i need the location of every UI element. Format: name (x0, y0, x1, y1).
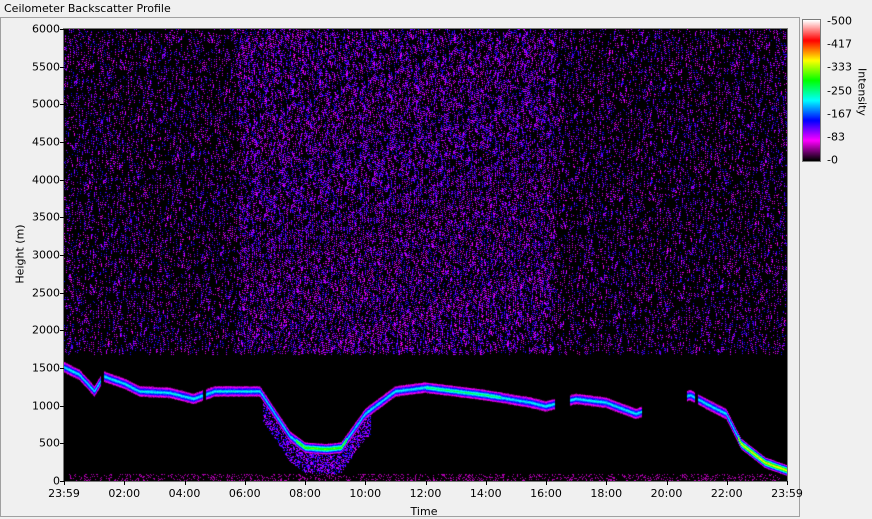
y-tick-label: 5000 (32, 97, 60, 111)
y-tick-label: 3000 (32, 248, 60, 262)
y-tick-mark (60, 179, 64, 181)
x-tick-mark (546, 481, 547, 485)
y-tick-mark (60, 405, 64, 407)
x-tick-label: 23:59 (771, 487, 803, 500)
y-tick-label: 3500 (32, 210, 60, 224)
y-tick-mark (60, 29, 64, 30)
x-tick-mark (425, 481, 427, 485)
plot-area[interactable] (63, 28, 788, 482)
x-axis-label: Time (410, 505, 438, 518)
x-tick-mark (726, 481, 728, 485)
y-tick-mark (60, 443, 64, 445)
x-tick-mark (485, 481, 487, 485)
x-tick-label: 04:00 (168, 487, 201, 500)
y-tick-mark (60, 368, 64, 369)
x-tick-label: 20:00 (650, 487, 683, 500)
y-axis-label: Height (m) (13, 224, 27, 284)
y-tick-mark (60, 142, 64, 143)
x-tick-mark (365, 481, 367, 485)
x-tick-mark (606, 481, 608, 485)
y-tick-label: 4000 (32, 173, 60, 187)
x-tick-mark (244, 481, 246, 485)
colorbar-tick-label: -333 (827, 60, 852, 74)
x-tick-mark (64, 481, 65, 485)
y-tick-mark (60, 292, 64, 294)
y-tick-mark (60, 217, 64, 219)
colorbar-label: Intensity (855, 68, 869, 116)
y-tick-label: 2000 (32, 323, 60, 337)
x-tick-label: 12:00 (409, 487, 442, 500)
x-tick-label: 08:00 (289, 487, 321, 500)
colorbar-tick-label: -417 (827, 37, 852, 51)
y-tick-label: 0 (53, 474, 60, 488)
y-tick-label: 5500 (32, 60, 60, 74)
x-tick-mark (184, 481, 186, 485)
y-tick-mark (60, 104, 64, 106)
colorbar-tick-label: -83 (827, 130, 845, 144)
x-tick-label: 22:00 (710, 487, 743, 500)
colorbar (802, 19, 821, 162)
colorbar-tick-label: -250 (827, 84, 852, 97)
colorbar-tick-label: -0 (827, 153, 838, 167)
x-tick-mark (124, 481, 126, 485)
backscatter-heatmap (64, 29, 787, 481)
y-tick-label: 1500 (32, 361, 60, 375)
y-tick-mark (60, 330, 64, 332)
x-tick-label: 06:00 (228, 487, 261, 500)
x-tick-label: 16:00 (530, 487, 562, 500)
x-tick-label: 18:00 (590, 487, 623, 500)
x-tick-label: 02:00 (108, 487, 141, 500)
x-tick-label: 23:59 (48, 487, 80, 500)
x-tick-label: 10:00 (349, 487, 382, 500)
colorbar-tick-label: -500 (827, 14, 852, 28)
y-tick-mark (60, 66, 64, 68)
x-tick-mark (305, 481, 306, 485)
x-tick-label: 14:00 (469, 487, 502, 500)
x-tick-mark (787, 481, 788, 485)
y-tick-label: 2500 (32, 286, 60, 300)
y-tick-label: 4500 (32, 135, 60, 149)
y-tick-label: 1000 (32, 399, 60, 413)
y-tick-label: 500 (39, 436, 60, 450)
colorbar-tick-label: -167 (827, 107, 852, 121)
y-tick-label: 6000 (32, 22, 60, 36)
window-title: Ceilometer Backscatter Profile (4, 2, 171, 15)
x-tick-mark (666, 481, 668, 485)
y-tick-mark (60, 255, 64, 256)
